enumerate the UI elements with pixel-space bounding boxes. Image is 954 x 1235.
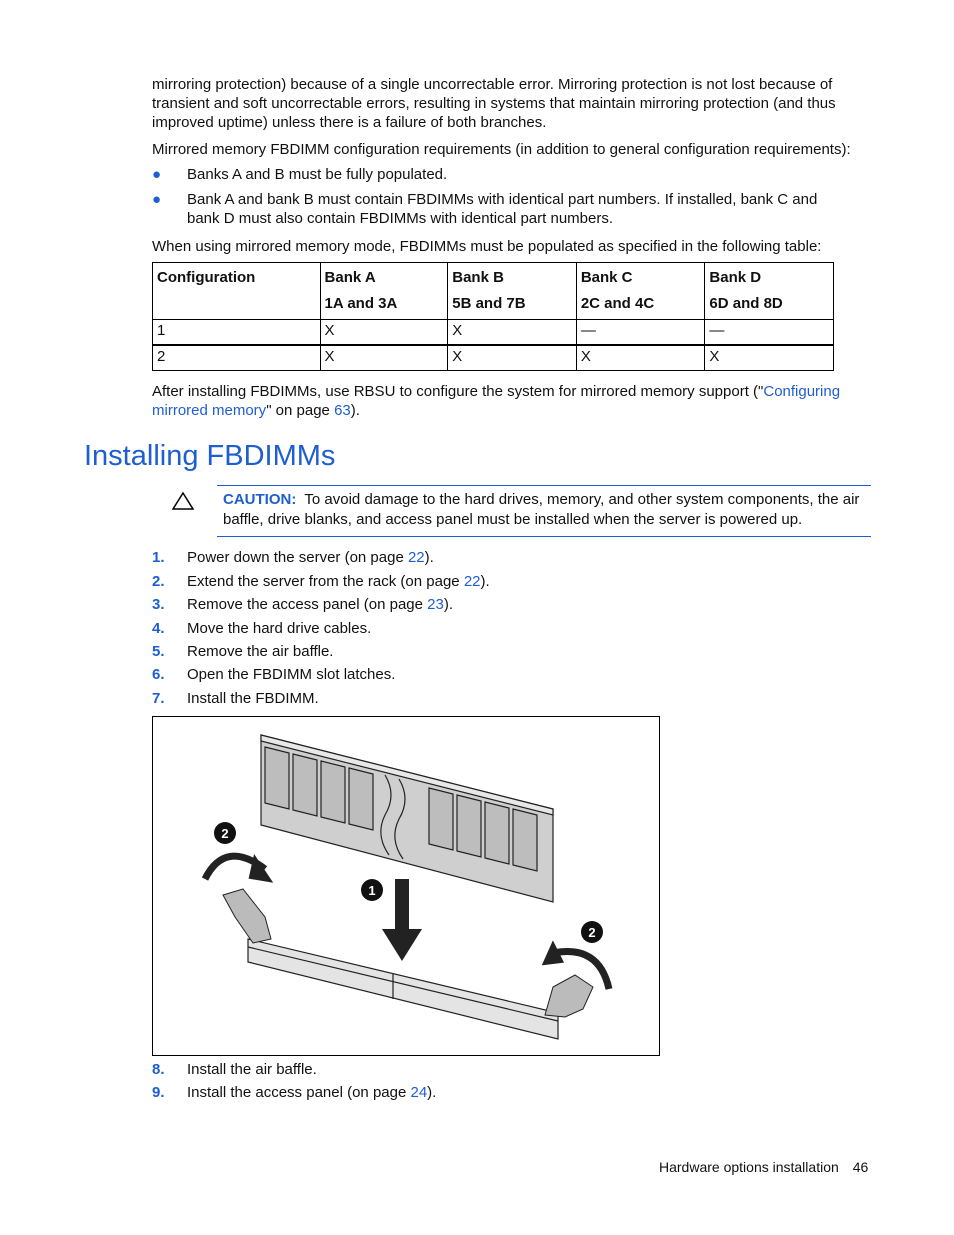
table-cell: X [447,319,577,346]
step-item: 6. Open the FBDIMM slot latches. [152,666,396,683]
step-item: 2. Extend the server from the rack (on pa… [152,573,490,590]
table-cell: X [319,344,449,371]
svg-text:2: 2 [588,925,595,940]
intro-paragraph: mirroring protection) because of a singl… [152,76,836,131]
page-number: 46 [852,1159,869,1175]
slot-latch-left [222,888,272,944]
step-item: 3. Remove the access panel (on page 23). [152,596,454,613]
callout-2-left: 2 [214,822,236,844]
table-cell: 1 [152,319,321,346]
table-row: 1 X X — — [152,319,834,346]
table-cell: — [704,319,834,346]
table-intro: When using mirrored memory mode, FBDIMMs… [152,238,822,255]
down-arrow-icon [382,879,422,961]
page-link[interactable]: 22 [464,573,481,590]
bullet-item: ● Bank A and bank B must contain FBDIMMs … [152,191,818,227]
table-cell: 2 [152,344,321,371]
fbdimm-install-figure: 1 2 2 [152,716,660,1056]
header-bank-d: Bank D 6D and 8D [704,262,834,320]
page-link[interactable]: 63 [334,402,351,419]
table-cell: — [575,319,706,346]
table-cell: X [319,319,449,346]
table-cell: X [704,344,834,371]
svg-text:1: 1 [368,883,375,898]
header-bank-c: Bank C 2C and 4C [575,262,706,320]
step-item: 5. Remove the air baffle. [152,643,334,660]
callout-2-right: 2 [581,921,603,943]
page-link[interactable]: 23 [427,596,444,613]
mirrored-memory-table: Configuration Bank A 1A and 3A Bank B 5B a… [152,262,834,371]
header-bank-a: Bank A 1A and 3A [319,262,449,320]
header-bank-b: Bank B 5B and 7B [447,262,577,320]
bullet-item: ● Banks A and B must be fully populated. [152,166,448,183]
step-item: 7. Install the FBDIMM. [152,690,319,707]
requirements-intro: Mirrored memory FBDIMM configuration req… [152,141,851,158]
caution-box: CAUTION: To avoid damage to the hard dri… [217,485,871,537]
step-item: 4. Move the hard drive cables. [152,620,372,637]
callout-1: 1 [361,879,383,901]
svg-text:2: 2 [221,826,228,841]
caution-label: CAUTION: [223,491,297,508]
header-configuration: Configuration [152,262,321,320]
caution-triangle-icon [172,491,194,510]
step-item: 1. Power down the server (on page 22). [152,549,434,566]
after-install-paragraph: After installing FBDIMMs, use RBSU to co… [152,383,841,419]
step-item: 8. Install the air baffle. [152,1061,317,1078]
table-cell: X [575,344,706,371]
document-page: mirroring protection) because of a singl… [0,0,954,1235]
page-link[interactable]: 24 [410,1084,427,1101]
footer-section: Hardware options installation [659,1159,839,1175]
page-footer: Hardware options installation 46 [659,1159,868,1175]
fbdimm-module [260,734,554,903]
section-heading: Installing FBDIMMs [84,440,336,472]
table-row: 2XXXX [152,344,834,371]
bullet-icon: ● [152,191,162,208]
slot-latch-right [544,974,594,1018]
step-item: 9. Install the access panel (on page 24). [152,1084,437,1101]
table-cell: X [447,344,577,371]
table-header-row: Configuration Bank A 1A and 3A Bank B 5B a… [152,262,834,320]
page-link[interactable]: 22 [408,549,425,566]
bullet-icon: ● [152,166,162,183]
